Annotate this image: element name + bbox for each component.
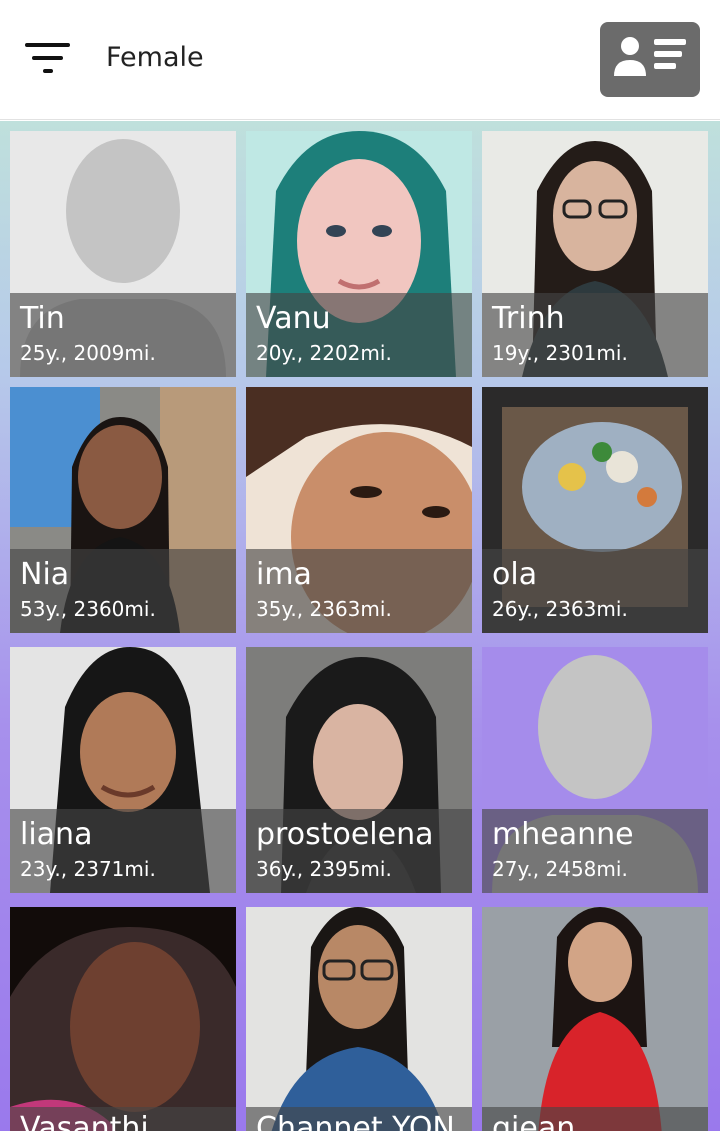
user-age-distance: 35y., 2363mi. <box>256 597 392 621</box>
user-age-distance: 20y., 2202mi. <box>256 341 392 365</box>
user-photo <box>10 907 236 1131</box>
user-grid: Tin 25y., 2009mi. Vanu 20y., 2202mi. Tri… <box>0 121 720 1131</box>
user-name: giean <box>492 1111 576 1131</box>
user-photo <box>246 907 472 1131</box>
user-name: Nia <box>20 557 70 592</box>
user-card[interactable]: Trinh 19y., 2301mi. <box>482 131 708 377</box>
user-card[interactable]: ima 35y., 2363mi. <box>246 387 472 633</box>
user-card[interactable]: mheanne 27y., 2458mi. <box>482 647 708 893</box>
user-card-caption: Channet YON <box>246 1107 472 1131</box>
user-name: ola <box>492 557 538 592</box>
user-age-distance: 23y., 2371mi. <box>20 857 156 881</box>
user-card[interactable]: Tin 25y., 2009mi. <box>10 131 236 377</box>
user-name: ima <box>256 557 312 592</box>
user-card[interactable]: Vasanthi <box>10 907 236 1131</box>
user-card[interactable]: Vanu 20y., 2202mi. <box>246 131 472 377</box>
user-age-distance: 25y., 2009mi. <box>20 341 156 365</box>
top-bar: Female <box>0 0 720 120</box>
user-age-distance: 26y., 2363mi. <box>492 597 628 621</box>
user-name: Trinh <box>492 301 565 336</box>
user-card[interactable]: giean <box>482 907 708 1131</box>
user-card-caption: liana 23y., 2371mi. <box>10 809 236 893</box>
user-card[interactable]: liana 23y., 2371mi. <box>10 647 236 893</box>
user-age-distance: 19y., 2301mi. <box>492 341 628 365</box>
user-card[interactable]: Channet YON <box>246 907 472 1131</box>
user-card-caption: prostoelena 36y., 2395mi. <box>246 809 472 893</box>
user-name: Tin <box>20 301 65 336</box>
user-card-caption: ima 35y., 2363mi. <box>246 549 472 633</box>
user-card-caption: Vasanthi <box>10 1107 236 1131</box>
user-card-caption: Vanu 20y., 2202mi. <box>246 293 472 377</box>
user-name: Vanu <box>256 301 331 336</box>
contact-card-icon <box>614 37 686 76</box>
user-name: mheanne <box>492 817 634 852</box>
user-age-distance: 27y., 2458mi. <box>492 857 628 881</box>
filter-menu-line <box>25 43 70 47</box>
user-card-caption: Tin 25y., 2009mi. <box>10 293 236 377</box>
user-card-caption: Nia 53y., 2360mi. <box>10 549 236 633</box>
user-name: Vasanthi <box>20 1111 149 1131</box>
user-name: prostoelena <box>256 817 434 852</box>
user-photo <box>482 907 708 1131</box>
user-name: Channet YON <box>256 1111 455 1131</box>
user-name: liana <box>20 817 93 852</box>
user-card[interactable]: prostoelena 36y., 2395mi. <box>246 647 472 893</box>
user-card[interactable]: ola 26y., 2363mi. <box>482 387 708 633</box>
gender-filter-label[interactable]: Female <box>106 42 204 73</box>
user-age-distance: 53y., 2360mi. <box>20 597 156 621</box>
user-card[interactable]: Nia 53y., 2360mi. <box>10 387 236 633</box>
filter-menu-icon[interactable] <box>20 36 76 82</box>
user-card-caption: giean <box>482 1107 708 1131</box>
user-card-caption: Trinh 19y., 2301mi. <box>482 293 708 377</box>
filter-menu-line <box>32 56 63 60</box>
user-card-caption: ola 26y., 2363mi. <box>482 549 708 633</box>
user-card-caption: mheanne 27y., 2458mi. <box>482 809 708 893</box>
contact-card-button[interactable] <box>600 22 700 97</box>
user-age-distance: 36y., 2395mi. <box>256 857 392 881</box>
filter-menu-line <box>43 69 53 73</box>
